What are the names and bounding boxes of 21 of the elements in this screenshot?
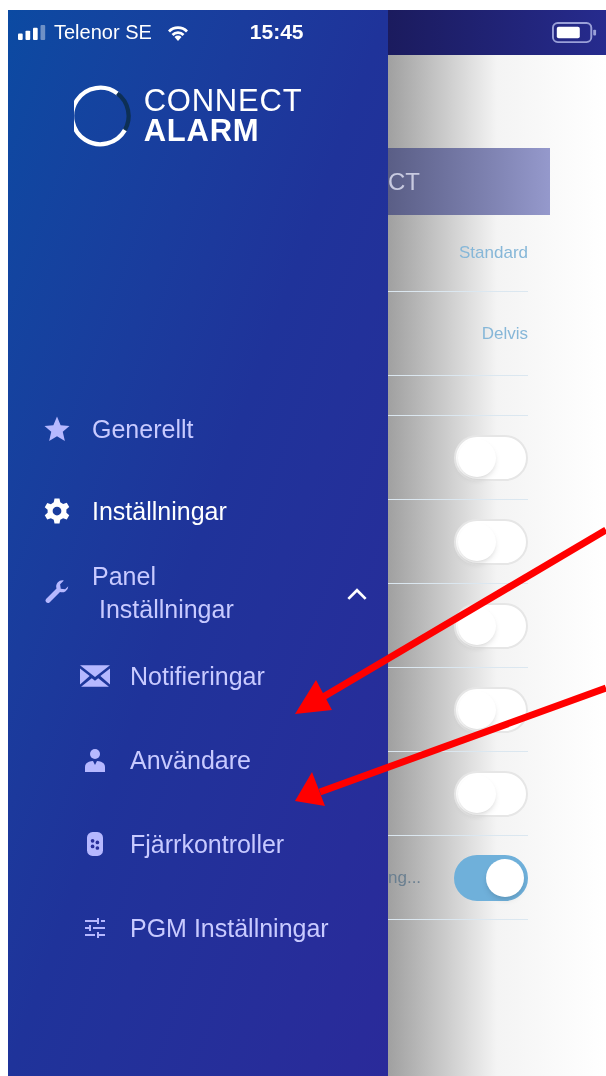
battery-icon	[552, 21, 598, 44]
menu-item[interactable]: Inställningar	[8, 470, 388, 552]
logo-text: ALARM	[143, 116, 261, 146]
envelope-icon	[80, 664, 110, 688]
chevron-up-icon[interactable]	[346, 586, 368, 600]
menu-item[interactable]: Notifieringar	[8, 634, 388, 718]
signal-icon	[18, 24, 48, 40]
settings-icon	[42, 496, 72, 526]
setting-value: Delvis	[481, 322, 528, 345]
menu-item[interactable]: PGM Inställningar	[8, 886, 388, 970]
menu-item[interactable]: Generellt	[8, 388, 388, 470]
wifi-icon	[165, 23, 190, 41]
menu-item[interactable]: Panel Inställningar	[8, 552, 388, 634]
logo-text: CONNECT	[143, 86, 303, 116]
carrier-name: Telenor SE	[54, 20, 152, 45]
setting-label: ng...	[388, 866, 422, 889]
banner-text: CT	[388, 166, 420, 197]
toggle-switch[interactable]	[454, 854, 528, 901]
menu-item[interactable]: Användare	[8, 718, 388, 802]
setting-value: Standard	[459, 242, 528, 265]
clock-time: 15:45	[249, 19, 304, 46]
